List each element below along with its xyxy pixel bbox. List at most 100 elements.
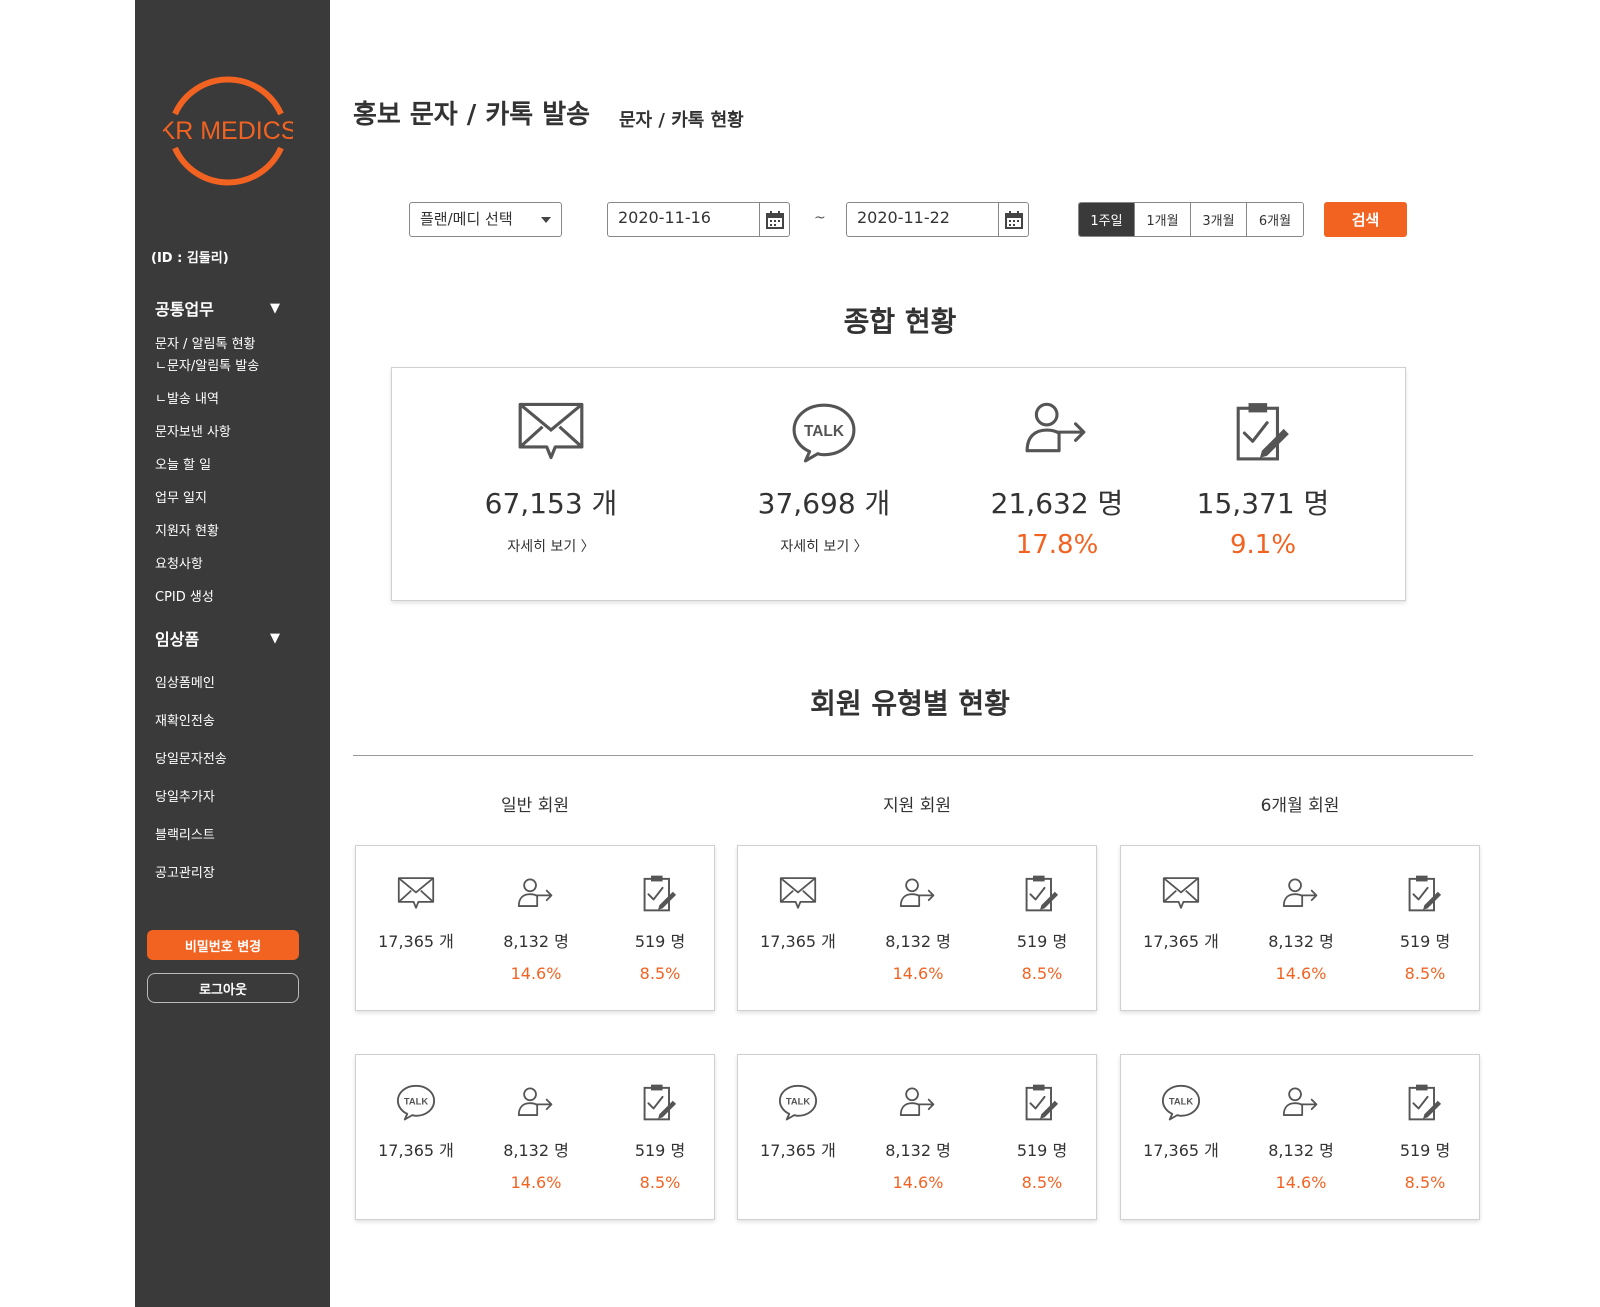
- clipboard-check-icon: [992, 1079, 1092, 1125]
- menu-item-applicants[interactable]: 지원자 현황: [155, 520, 219, 539]
- summary-title: 종합 현황: [843, 305, 957, 338]
- reached-percent: 14.6%: [1275, 964, 1327, 983]
- date-to-field[interactable]: 2020-11-22: [846, 202, 1029, 237]
- reached-count: 8,132 명: [1268, 1141, 1334, 1160]
- reached-count: 8,132 명: [503, 1141, 569, 1160]
- user-arrow-icon: [486, 870, 586, 916]
- general-talk-card: 17,365 개 8,132 명 14.6% 519 명 8.5%: [355, 1054, 715, 1220]
- menu-item-blacklist[interactable]: 블랙리스트: [155, 824, 215, 843]
- menu-item-clinical-main[interactable]: 임상폼메인: [155, 672, 215, 691]
- details-link[interactable]: 자세히 보기 〉: [451, 536, 651, 556]
- clipboard-check-icon: [1375, 1079, 1475, 1125]
- menu-item-same-day-add[interactable]: 당일추가자: [155, 786, 215, 805]
- member-types-title: 회원 유형별 현황: [810, 687, 1010, 720]
- summary-talk: 37,698 개 자세히 보기 〉: [724, 368, 924, 556]
- search-button[interactable]: 검색: [1324, 202, 1407, 237]
- user-arrow-icon: [957, 400, 1157, 470]
- caret-down-icon: ▼: [270, 630, 280, 646]
- menu-section-label: 임상폼: [155, 630, 200, 649]
- logo[interactable]: KR MEDICS: [163, 66, 293, 192]
- summary-sms: 67,153 개 자세히 보기 〉: [451, 368, 651, 556]
- menu-item-today-tasks[interactable]: 오늘 할 일: [155, 454, 211, 473]
- user-arrow-icon: [868, 1079, 968, 1125]
- mail-icon: [451, 400, 651, 470]
- applied-count: 519 명: [634, 1141, 686, 1160]
- summary-value: 15,371 명: [1196, 487, 1330, 520]
- divider: [353, 755, 1473, 756]
- menu-item-sent-items[interactable]: 문자보낸 사항: [155, 421, 231, 440]
- menu-section-clinical[interactable]: 임상폼 ▼: [155, 626, 280, 650]
- reached-count: 8,132 명: [503, 932, 569, 951]
- talk-count: 17,365 개: [378, 1141, 454, 1160]
- reached-percent: 14.6%: [510, 1173, 562, 1192]
- sms-count: 17,365 개: [378, 932, 454, 951]
- reached-percent: 14.6%: [510, 964, 562, 983]
- user-id: (ID : 김둘리): [151, 251, 229, 266]
- period-1-week[interactable]: 1주일: [1079, 203, 1135, 236]
- user-arrow-icon: [868, 870, 968, 916]
- sms-count: 17,365 개: [760, 932, 836, 951]
- date-from-field[interactable]: 2020-11-16: [607, 202, 790, 237]
- user-arrow-icon: [1251, 870, 1351, 916]
- calendar-icon[interactable]: [759, 203, 789, 236]
- group-title-applicant: 지원 회원: [883, 796, 951, 816]
- applicant-talk-card: 17,365 개 8,132 명 14.6% 519 명 8.5%: [737, 1054, 1097, 1220]
- reached-percent: 14.6%: [892, 1173, 944, 1192]
- date-separator: ~: [814, 210, 826, 226]
- applied-percent: 8.5%: [1021, 964, 1063, 983]
- summary-value: 21,632 명: [990, 487, 1124, 520]
- period-1-month[interactable]: 1개월: [1135, 203, 1191, 236]
- talk-icon: [724, 400, 924, 470]
- menu-item-notice-manager[interactable]: 공고관리장: [155, 862, 215, 881]
- menu-item-same-day-sms[interactable]: 당일문자전송: [155, 748, 227, 767]
- summary-value: 67,153 개: [484, 487, 618, 520]
- talk-count: 17,365 개: [760, 1141, 836, 1160]
- applied-percent: 8.5%: [639, 1173, 681, 1192]
- details-link[interactable]: 자세히 보기 〉: [724, 536, 924, 556]
- clipboard-check-icon: [1163, 400, 1363, 470]
- summary-percent: 9.1%: [1229, 530, 1297, 560]
- reached-count: 8,132 명: [885, 1141, 951, 1160]
- clipboard-check-icon: [1375, 870, 1475, 916]
- menu-item-work-log[interactable]: 업무 일지: [155, 487, 207, 506]
- clipboard-check-icon: [610, 870, 710, 916]
- period-6-months[interactable]: 6개월: [1247, 203, 1303, 236]
- menu-item-cpid[interactable]: CPID 생성: [155, 586, 214, 605]
- plan-select-value: 플랜/메디 선택: [420, 210, 513, 228]
- menu-item-sms-status[interactable]: 문자 / 알림톡 현황: [155, 333, 256, 352]
- clipboard-check-icon: [610, 1079, 710, 1125]
- mail-icon: [748, 870, 848, 916]
- reached-count: 8,132 명: [1268, 932, 1334, 951]
- applied-percent: 8.5%: [1404, 964, 1446, 983]
- sms-count: 17,365 개: [1143, 932, 1219, 951]
- plan-select[interactable]: 플랜/메디 선택: [409, 202, 562, 237]
- summary-reached: 21,632 명 17.8%: [957, 368, 1157, 560]
- logout-button[interactable]: 로그아웃: [147, 973, 299, 1003]
- mail-icon: [1131, 870, 1231, 916]
- reached-percent: 14.6%: [1275, 1173, 1327, 1192]
- date-from-value: 2020-11-16: [618, 208, 711, 227]
- menu-section-common[interactable]: 공통업무 ▼: [155, 296, 280, 320]
- general-sms-card: 17,365 개 8,132 명 14.6% 519 명 8.5%: [355, 845, 715, 1011]
- menu-item-requests[interactable]: 요청사항: [155, 553, 203, 572]
- menu-section-label: 공통업무: [155, 300, 214, 319]
- applied-count: 519 명: [1016, 932, 1068, 951]
- calendar-icon[interactable]: [998, 203, 1028, 236]
- user-arrow-icon: [486, 1079, 586, 1125]
- change-password-button[interactable]: 비밀번호 변경: [147, 930, 299, 960]
- period-3-months[interactable]: 3개월: [1191, 203, 1247, 236]
- caret-down-icon: ▼: [270, 300, 280, 316]
- applied-percent: 8.5%: [1021, 1173, 1063, 1192]
- reached-count: 8,132 명: [885, 932, 951, 951]
- summary-value: 37,698 개: [757, 487, 891, 520]
- talk-icon: [748, 1079, 848, 1125]
- menu-item-send-history[interactable]: ㄴ발송 내역: [155, 388, 219, 407]
- menu-item-sms-send[interactable]: ㄴ문자/알림톡 발송: [155, 355, 259, 374]
- clipboard-check-icon: [992, 870, 1092, 916]
- menu-item-reconfirm[interactable]: 재확인전송: [155, 710, 215, 729]
- applied-count: 519 명: [634, 932, 686, 951]
- applied-percent: 8.5%: [1404, 1173, 1446, 1192]
- page-title: 홍보 문자 / 카톡 발송: [353, 100, 591, 130]
- 6month-sms-card: 17,365 개 8,132 명 14.6% 519 명 8.5%: [1120, 845, 1480, 1011]
- user-arrow-icon: [1251, 1079, 1351, 1125]
